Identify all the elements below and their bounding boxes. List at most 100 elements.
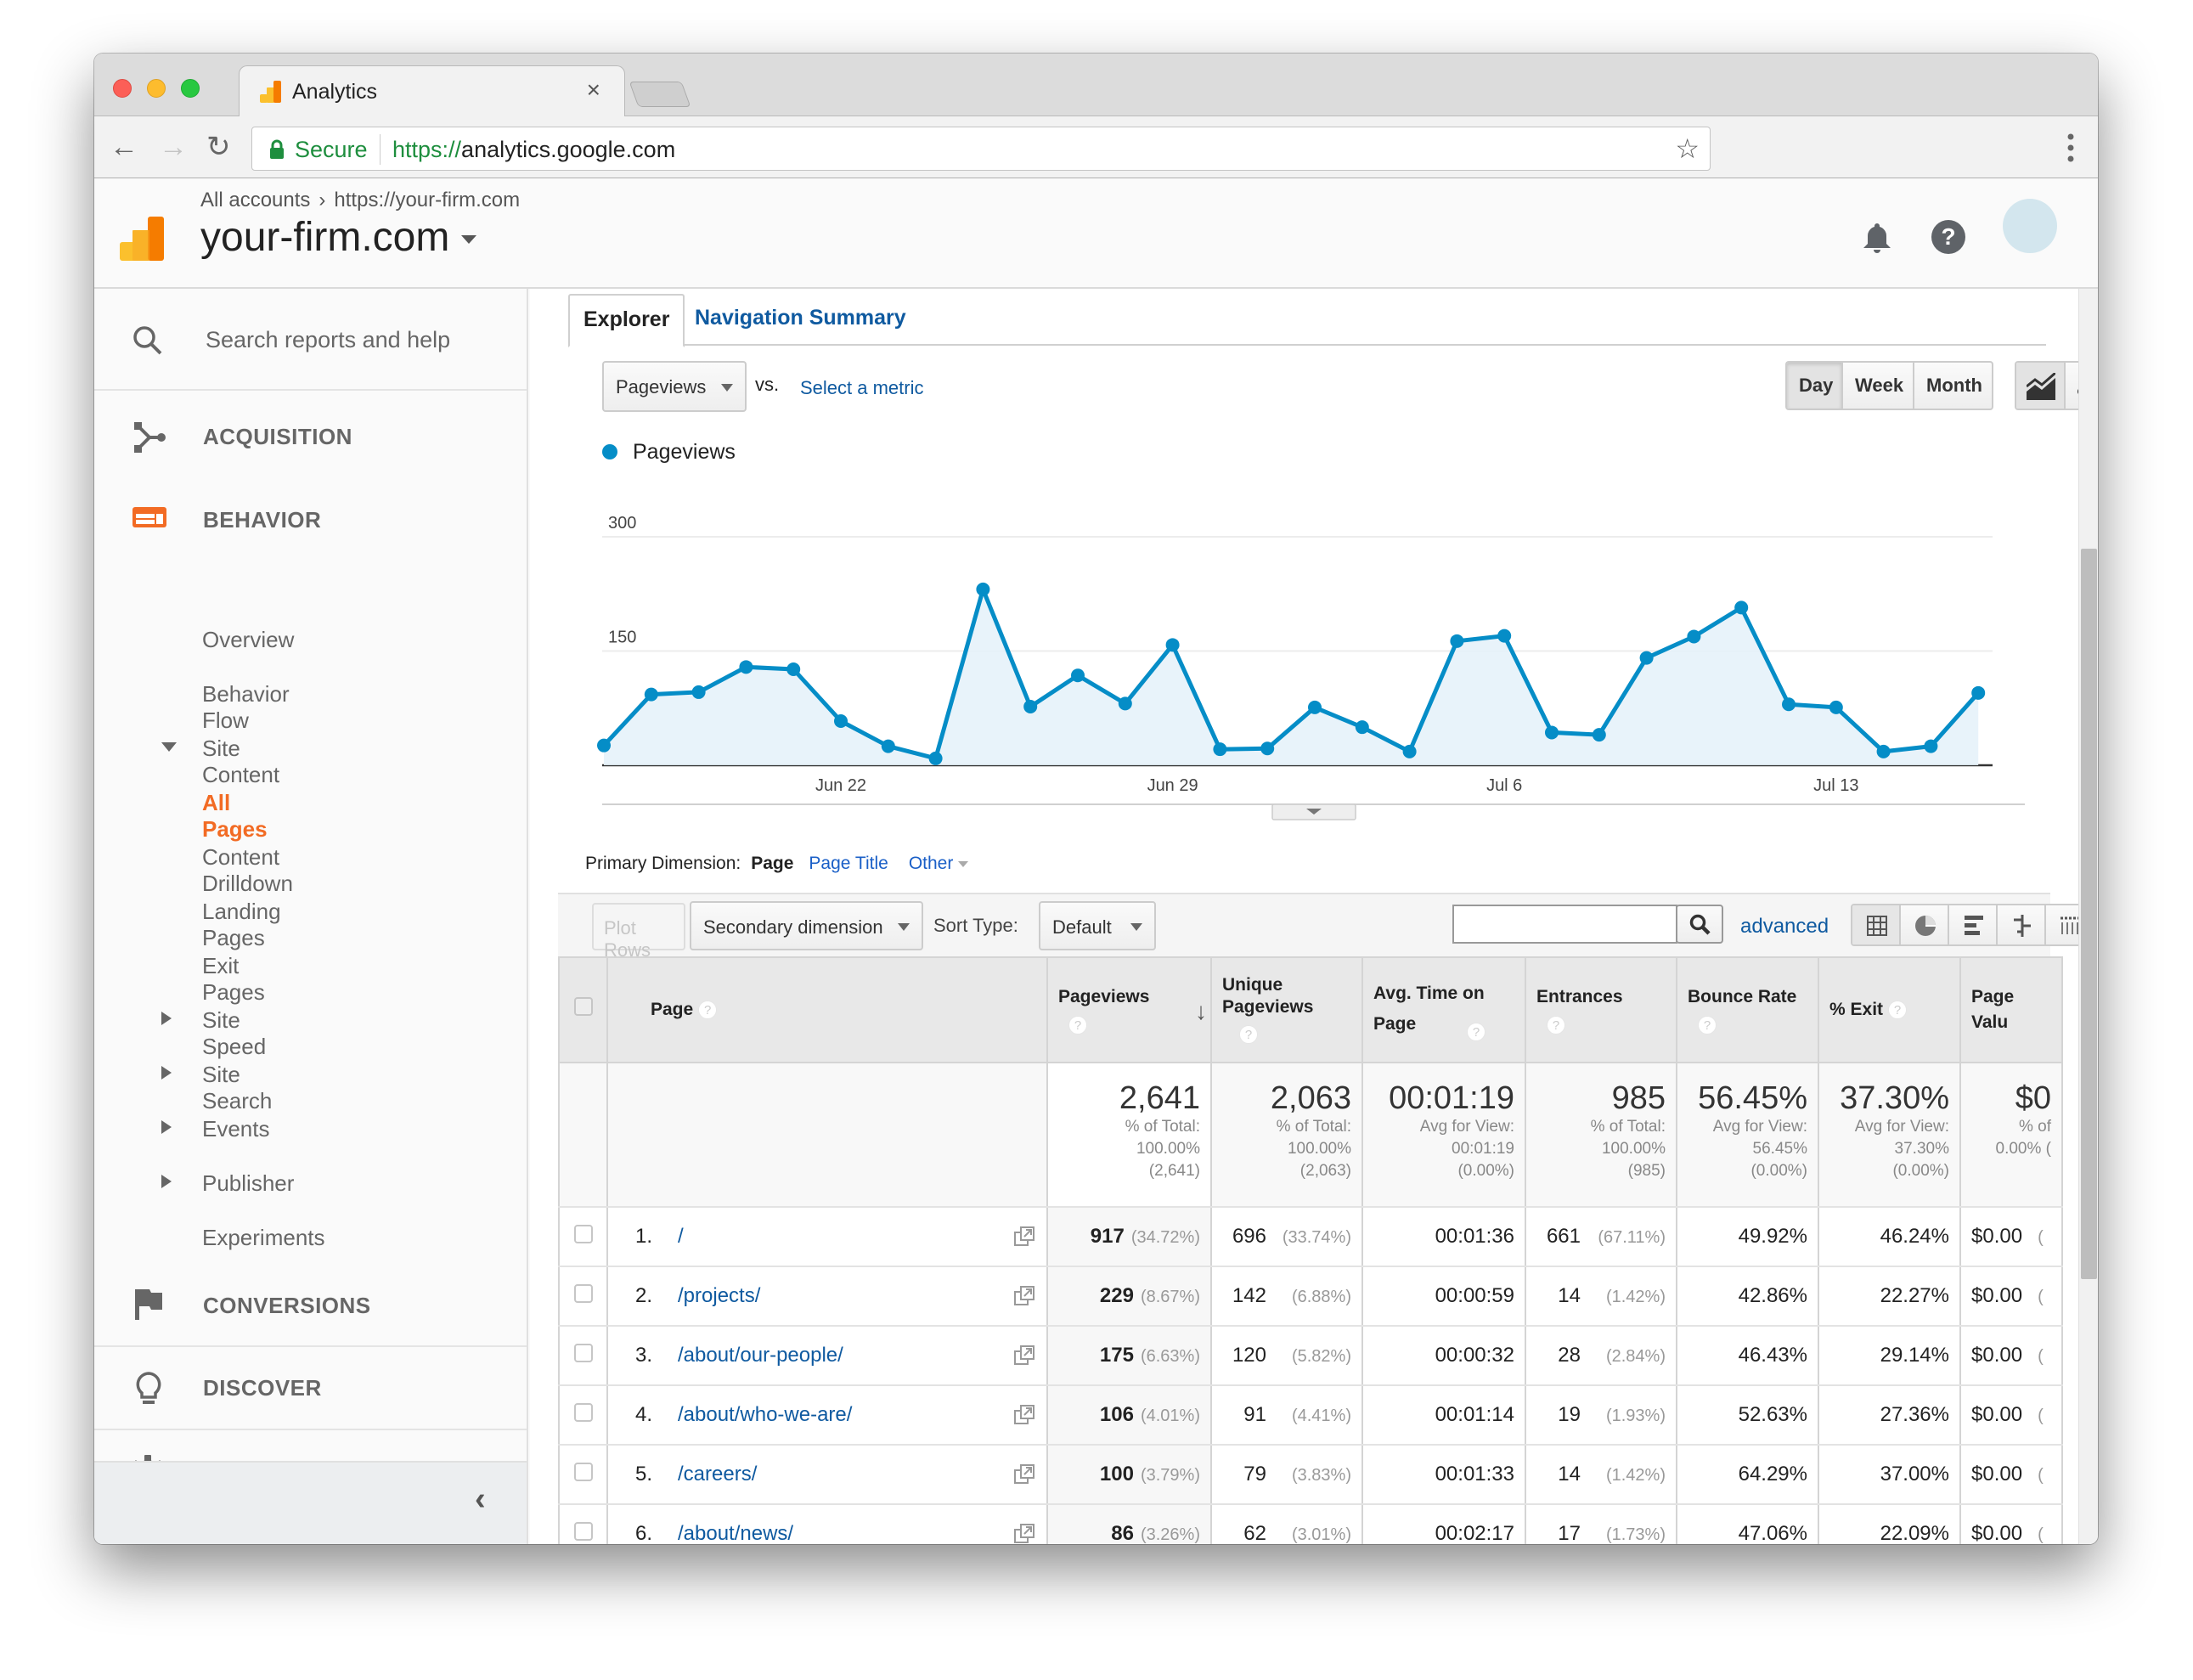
data-point-jul-6[interactable] xyxy=(1497,629,1512,643)
open-in-new-window-icon[interactable] xyxy=(1014,1464,1034,1485)
sort-descending-arrow-icon[interactable]: ↓ xyxy=(1195,999,1207,1024)
page-scrollbar[interactable] xyxy=(2078,289,2098,1544)
close-tab-icon[interactable]: × xyxy=(587,76,600,104)
data-point-jul-3[interactable] xyxy=(1355,720,1369,735)
help-icon[interactable]: ? xyxy=(1239,1025,1258,1045)
data-point-jul-11[interactable] xyxy=(1734,600,1749,615)
sidebar-item-exit-pages[interactable]: Exit Pages xyxy=(202,953,265,1006)
data-point-jun-19[interactable] xyxy=(691,685,706,699)
sidebar-item-discover[interactable]: DISCOVER xyxy=(94,1372,527,1423)
secondary-dimension-select[interactable]: Secondary dimension xyxy=(690,901,923,950)
data-table-view-button[interactable] xyxy=(1852,905,1901,944)
address-bar[interactable]: Secure https://analytics.google.com ☆ xyxy=(251,127,1711,171)
advanced-filter-link[interactable]: advanced xyxy=(1740,915,1829,939)
row-checkbox[interactable] xyxy=(573,1462,593,1481)
page-link[interactable]: /projects/ xyxy=(678,1284,760,1307)
collapse-sidebar-chevron-icon[interactable]: ‹ xyxy=(475,1481,486,1518)
primary-dimension-page-title[interactable]: Page Title xyxy=(809,854,888,873)
open-in-new-window-icon[interactable] xyxy=(1014,1286,1034,1306)
data-point-jun-22[interactable] xyxy=(834,713,848,728)
minimize-window-button[interactable] xyxy=(147,79,166,98)
chart-expand-handle[interactable] xyxy=(1271,803,1356,820)
page-link[interactable]: /about/news/ xyxy=(678,1522,793,1544)
sidebar-item-site-content[interactable]: Site Content xyxy=(161,736,279,788)
sidebar-item-overview[interactable]: Overview xyxy=(202,627,294,653)
back-arrow-icon[interactable]: ← xyxy=(110,130,138,164)
col-bounce-rate[interactable]: Bounce Rate? xyxy=(1676,956,1819,1063)
sidebar-item-landing-pages[interactable]: Landing Pages xyxy=(202,899,281,951)
open-in-new-window-icon[interactable] xyxy=(1014,1405,1034,1425)
data-point-jul-9[interactable] xyxy=(1639,651,1654,665)
data-point-jul-8[interactable] xyxy=(1592,728,1606,742)
search-reports-input[interactable]: Search reports and help xyxy=(206,327,450,353)
breadcrumb-all-accounts[interactable]: All accounts xyxy=(200,189,310,211)
sidebar-item-events[interactable]: Events xyxy=(161,1116,270,1142)
col-page-value[interactable]: Page Valu xyxy=(1959,956,2063,1063)
select-all-checkbox[interactable] xyxy=(573,996,593,1016)
data-point-jul-12[interactable] xyxy=(1782,697,1796,712)
property-selector[interactable]: your-firm.com xyxy=(200,214,477,261)
sidebar-item-experiments[interactable]: Experiments xyxy=(202,1225,325,1251)
row-checkbox[interactable] xyxy=(573,1402,593,1422)
open-in-new-window-icon[interactable] xyxy=(1014,1226,1034,1247)
sort-type-select[interactable]: Default xyxy=(1039,901,1156,950)
row-checkbox[interactable] xyxy=(573,1283,593,1303)
open-in-new-window-icon[interactable] xyxy=(1014,1345,1034,1366)
data-point-jul-13[interactable] xyxy=(1829,700,1843,714)
browser-tab-analytics[interactable]: Analytics × xyxy=(239,65,625,117)
data-point-jul-14[interactable] xyxy=(1876,744,1891,758)
data-point-jun-20[interactable] xyxy=(739,660,753,674)
sidebar-search[interactable]: Search reports and help xyxy=(94,289,527,391)
comparison-view-button[interactable] xyxy=(1998,905,2046,944)
data-point-jun-18[interactable] xyxy=(644,687,658,702)
data-point-jul-10[interactable] xyxy=(1687,629,1701,644)
notifications-bell-icon[interactable] xyxy=(1863,221,1891,255)
forward-arrow-icon[interactable]: → xyxy=(159,130,188,164)
sidebar-item-site-search[interactable]: Site Search xyxy=(161,1062,272,1114)
help-icon[interactable]: ? xyxy=(1888,1001,1908,1020)
sidebar-item-acquisition[interactable]: ACQUISITION xyxy=(94,420,527,471)
data-point-jun-17[interactable] xyxy=(597,738,611,753)
sidebar-item-all-pages[interactable]: All Pages xyxy=(202,790,268,843)
page-link[interactable]: / xyxy=(678,1225,684,1248)
col-avg-time-on-page[interactable]: Avg. Time on Page? xyxy=(1361,956,1526,1063)
data-point-jul-15[interactable] xyxy=(1924,739,1938,753)
sidebar-item-site-speed[interactable]: Site Speed xyxy=(161,1007,266,1060)
account-avatar[interactable] xyxy=(2003,199,2057,253)
reload-icon[interactable]: ↻ xyxy=(206,130,231,164)
primary-dimension-other[interactable]: Other xyxy=(909,854,969,873)
maximize-window-button[interactable] xyxy=(181,79,200,98)
help-icon[interactable]: ? xyxy=(1698,1016,1717,1035)
data-point-jul-4[interactable] xyxy=(1402,744,1417,758)
new-tab-button[interactable] xyxy=(629,82,691,107)
data-point-jun-26[interactable] xyxy=(1023,699,1038,713)
data-point-jun-23[interactable] xyxy=(881,739,895,753)
col-exit[interactable]: % Exit? xyxy=(1818,956,1961,1063)
help-icon[interactable]: ? xyxy=(1931,219,1966,255)
data-point-jun-30[interactable] xyxy=(1213,742,1227,757)
data-point-jul-16[interactable] xyxy=(1971,685,1986,700)
help-icon[interactable]: ? xyxy=(1068,1016,1087,1035)
scrollbar-thumb[interactable] xyxy=(2081,549,2097,1279)
browser-menu-icon[interactable] xyxy=(2067,133,2074,162)
breadcrumb-property[interactable]: https://your-firm.com xyxy=(334,189,520,211)
data-point-jul-1[interactable] xyxy=(1260,741,1275,756)
row-checkbox[interactable] xyxy=(573,1521,593,1541)
row-checkbox[interactable] xyxy=(573,1224,593,1243)
col-entrances[interactable]: Entrances? xyxy=(1525,956,1677,1063)
data-point-jun-27[interactable] xyxy=(1071,668,1085,683)
data-point-jul-7[interactable] xyxy=(1545,725,1559,740)
bookmark-star-icon[interactable]: ☆ xyxy=(1675,132,1700,165)
open-in-new-window-icon[interactable] xyxy=(1014,1524,1034,1544)
col-page[interactable]: Page? xyxy=(606,956,1048,1063)
row-checkbox[interactable] xyxy=(573,1343,593,1362)
data-point-jun-28[interactable] xyxy=(1118,696,1132,711)
sidebar-item-conversions[interactable]: CONVERSIONS xyxy=(94,1289,527,1340)
col-unique-pageviews[interactable]: Unique Pageviews? xyxy=(1210,956,1363,1063)
table-search-button[interactable] xyxy=(1676,905,1723,944)
data-point-jun-25[interactable] xyxy=(976,582,990,596)
data-point-jun-21[interactable] xyxy=(786,662,801,677)
close-window-button[interactable] xyxy=(113,79,132,98)
data-point-jun-24[interactable] xyxy=(928,751,943,765)
col-pageviews[interactable]: Pageviews? ↓ xyxy=(1046,956,1212,1063)
